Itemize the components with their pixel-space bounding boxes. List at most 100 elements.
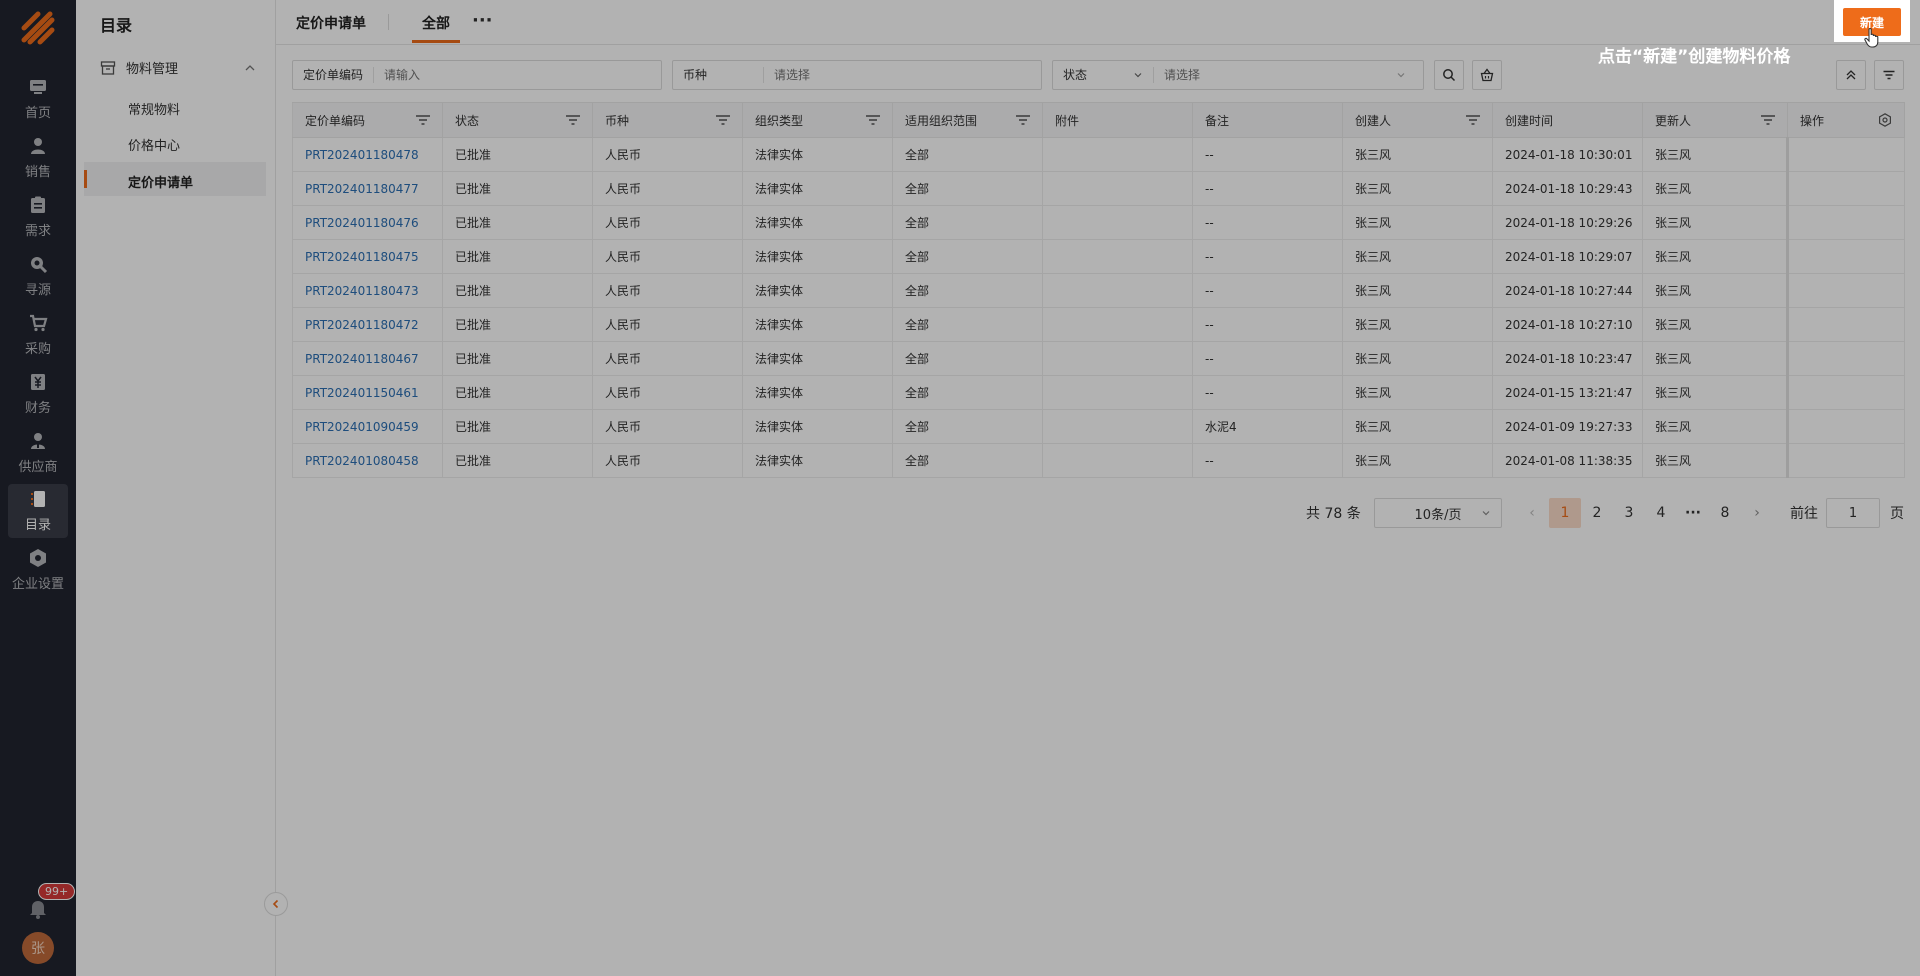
column-header[interactable]: 适用组织范围 xyxy=(892,102,1043,138)
table-cell: 张三风 xyxy=(1342,239,1493,274)
advanced-filter-button[interactable] xyxy=(1874,60,1904,90)
nav-enterprise-settings[interactable]: 企业设置 xyxy=(8,543,68,597)
avatar[interactable]: 张 xyxy=(22,932,54,964)
table-row[interactable]: PRT202401180476 已批准 人民币 法律实体 全部 -- 张三风 2024-01-… xyxy=(292,205,1905,240)
sidebar-item-regular-material[interactable]: 常规物料 xyxy=(128,99,180,118)
collapse-filter-button[interactable] xyxy=(1836,60,1866,90)
table-cell: 2024-01-18 10:30:01 xyxy=(1492,137,1643,172)
gear-icon[interactable] xyxy=(1878,113,1892,127)
collapse-sidebar-button[interactable] xyxy=(264,892,288,916)
person-icon xyxy=(31,138,45,154)
column-header[interactable]: 币种 xyxy=(592,102,743,138)
status-filter-label[interactable]: 状态 xyxy=(1053,67,1154,83)
logo-icon xyxy=(21,11,55,45)
filter-icon[interactable] xyxy=(1466,115,1480,125)
table-row[interactable]: PRT202401150461 已批准 人民币 法律实体 全部 -- 张三风 2024-01-… xyxy=(292,375,1905,410)
filter-icon[interactable] xyxy=(1761,115,1775,125)
filter-icon[interactable] xyxy=(416,115,430,125)
request-code-link[interactable]: PRT202401180477 xyxy=(292,171,443,206)
table-row[interactable]: PRT202401180475 已批准 人民币 法律实体 全部 -- 张三风 2024-01-… xyxy=(292,239,1905,274)
table-cell: 已批准 xyxy=(442,341,593,376)
currency-select[interactable] xyxy=(764,67,926,83)
filter-icon[interactable] xyxy=(716,115,730,125)
nav-purchase[interactable]: 采购 xyxy=(8,308,68,362)
table-cell: 张三风 xyxy=(1642,409,1788,444)
table-row[interactable]: PRT202401080458 已批准 人民币 法律实体 全部 -- 张三风 2024-01-… xyxy=(292,443,1905,478)
page-2[interactable]: 2 xyxy=(1581,498,1613,528)
table-row[interactable]: PRT202401180473 已批准 人民币 法律实体 全部 -- 张三风 2024-01-… xyxy=(292,273,1905,308)
column-header[interactable]: 更新人 xyxy=(1642,102,1788,138)
table-cell: -- xyxy=(1192,239,1343,274)
column-header[interactable]: 创建人 xyxy=(1342,102,1493,138)
tab-all[interactable]: 全部 xyxy=(422,13,450,33)
pricing-request-table: 定价单编码 状态 币种 组织类型 适用组织范围 附件 备注 创建人 创建时间 更… xyxy=(292,102,1905,478)
page-4[interactable]: 4 xyxy=(1645,498,1677,528)
table-cell: 2024-01-09 19:27:33 xyxy=(1492,409,1643,444)
nav-demand[interactable]: 需求 xyxy=(8,190,68,244)
request-code-link[interactable]: PRT202401180473 xyxy=(292,273,443,308)
filter-icon[interactable] xyxy=(1016,115,1030,125)
search-icon xyxy=(1443,69,1456,82)
table-cell xyxy=(1786,273,1905,308)
table-cell: 张三风 xyxy=(1342,307,1493,342)
code-filter[interactable]: 定价单编码 xyxy=(292,60,662,90)
request-code-link[interactable]: PRT202401180472 xyxy=(292,307,443,342)
reset-button[interactable] xyxy=(1472,60,1502,90)
table-row[interactable]: PRT202401180467 已批准 人民币 法律实体 全部 -- 张三风 2024-01-… xyxy=(292,341,1905,376)
table-cell xyxy=(1042,239,1193,274)
request-code-link[interactable]: PRT202401090459 xyxy=(292,409,443,444)
page-8[interactable]: 8 xyxy=(1709,498,1741,528)
sidebar-item-price-center[interactable]: 价格中心 xyxy=(128,135,180,154)
currency-filter[interactable]: 币种 xyxy=(672,60,1042,90)
filter-icon[interactable] xyxy=(566,115,580,125)
nav-finance[interactable]: 财务 xyxy=(8,367,68,421)
status-select[interactable] xyxy=(1154,67,1396,83)
page-size-select[interactable]: 10条/页 xyxy=(1374,498,1502,528)
nav-sales[interactable]: 销售 xyxy=(8,131,68,185)
table-cell: 法律实体 xyxy=(742,137,893,172)
nav-sourcing[interactable]: 寻源 xyxy=(8,249,68,303)
search-button[interactable] xyxy=(1434,60,1464,90)
code-input[interactable] xyxy=(374,67,537,83)
prev-page-button[interactable]: ‹ xyxy=(1516,498,1548,528)
table-row[interactable]: PRT202401180478 已批准 人民币 法律实体 全部 -- 张三风 2024-01-… xyxy=(292,137,1905,172)
table-row[interactable]: PRT202401180477 已批准 人民币 法律实体 全部 -- 张三风 2024-01-… xyxy=(292,171,1905,206)
request-code-link[interactable]: PRT202401150461 xyxy=(292,375,443,410)
request-code-link[interactable]: PRT202401180476 xyxy=(292,205,443,240)
nav-catalog[interactable]: 目录 xyxy=(8,484,68,538)
chevron-up-icon[interactable] xyxy=(244,62,256,74)
table-cell: -- xyxy=(1192,171,1343,206)
status-filter[interactable]: 状态 xyxy=(1052,60,1424,90)
table-cell: 人民币 xyxy=(592,341,743,376)
more-tabs-button[interactable]: ··· xyxy=(472,10,493,31)
page-ellipsis[interactable]: ··· xyxy=(1677,498,1709,528)
page-1[interactable]: 1 xyxy=(1549,498,1581,528)
filter-icon[interactable] xyxy=(866,115,880,125)
nav-home[interactable]: 首页 xyxy=(8,72,68,126)
request-code-link[interactable]: PRT202401180478 xyxy=(292,137,443,172)
column-header[interactable]: 定价单编码 xyxy=(292,102,443,138)
table-row[interactable]: PRT202401090459 已批准 人民币 法律实体 全部 水泥4 张三风 2024-01… xyxy=(292,409,1905,444)
request-code-link[interactable]: PRT202401180467 xyxy=(292,341,443,376)
search-icon xyxy=(31,257,48,274)
nav-supplier[interactable]: 供应商 xyxy=(8,426,68,480)
column-header[interactable]: 组织类型 xyxy=(742,102,893,138)
table-cell xyxy=(1042,409,1193,444)
request-code-link[interactable]: PRT202401180475 xyxy=(292,239,443,274)
table-cell: 法律实体 xyxy=(742,409,893,444)
page-3[interactable]: 3 xyxy=(1613,498,1645,528)
chevron-down-icon xyxy=(1134,73,1142,78)
column-header[interactable]: 状态 xyxy=(442,102,593,138)
filter-icon xyxy=(1883,70,1895,80)
sidebar-item-pricing-request[interactable]: 定价申请单 xyxy=(128,172,193,191)
request-code-link[interactable]: PRT202401080458 xyxy=(292,443,443,478)
table-row[interactable]: PRT202401180472 已批准 人民币 法律实体 全部 -- 张三风 2024-01-… xyxy=(292,307,1905,342)
column-header: 创建时间 xyxy=(1492,102,1643,138)
table-cell: 法律实体 xyxy=(742,205,893,240)
table-header-row: 定价单编码 状态 币种 组织类型 适用组织范围 附件 备注 创建人 创建时间 更… xyxy=(292,102,1905,138)
table-cell: -- xyxy=(1192,307,1343,342)
next-page-button[interactable]: › xyxy=(1741,498,1773,528)
table-cell: 全部 xyxy=(892,409,1043,444)
sidebar-group-material[interactable]: 物料管理 xyxy=(100,58,178,77)
goto-page-input[interactable]: 1 xyxy=(1826,498,1880,528)
